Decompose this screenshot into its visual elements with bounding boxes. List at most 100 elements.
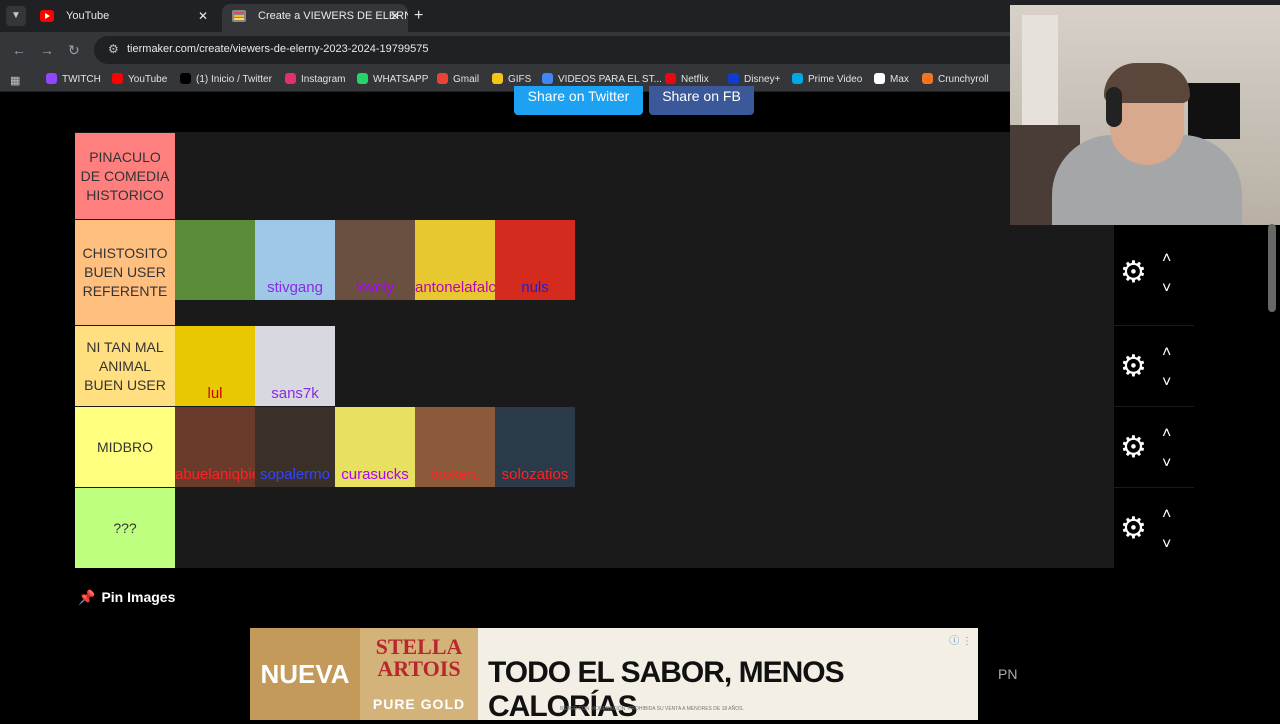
bookmark-item[interactable]: Gmail: [437, 73, 479, 87]
bookmark-item[interactable]: TWITCH: [46, 73, 101, 87]
close-tab-icon[interactable]: ✕: [390, 4, 400, 28]
tab-youtube[interactable]: YouTube ✕: [30, 4, 216, 32]
new-tab-button[interactable]: +: [414, 6, 423, 26]
tier-controls: ⚙ ˄ ˅: [1114, 220, 1194, 325]
tier-item-image[interactable]: stivgang: [255, 220, 335, 300]
page-scrollbar[interactable]: [1268, 224, 1276, 312]
bookmark-item[interactable]: Netflix: [665, 73, 709, 87]
tier-drop-zone[interactable]: stivgang lovely antonelafalcon nuls: [175, 220, 1114, 325]
ad-brand-logo: STELLA ARTOIS PURE GOLD: [360, 628, 478, 720]
tiermaker-icon: [232, 10, 246, 22]
pin-icon: 📌: [78, 589, 96, 605]
bookmark-label: Instagram: [301, 74, 346, 85]
address-bar[interactable]: ⚙ tiermaker.com/create/viewers-de-elerny…: [94, 36, 1054, 64]
tier-item-image[interactable]: [175, 220, 255, 300]
tier-item-image[interactable]: abuelaniqbier: [175, 407, 255, 487]
tier-item-image[interactable]: sopalermo: [255, 407, 335, 487]
tier-settings-gear-icon[interactable]: ⚙: [1120, 432, 1147, 462]
ad-fine-print: BEBER CON MODERACIÓN. PROHIBIDA SU VENTA…: [560, 706, 744, 712]
bookmark-favicon-icon: [357, 73, 368, 84]
tab-tiermaker[interactable]: Create a VIEWERS DE ELERNY 2023 ✕: [222, 4, 408, 32]
ad-info-icon[interactable]: ⓘ ⋮: [949, 632, 972, 647]
ad-brand-name: STELLA ARTOIS: [375, 634, 463, 681]
tier-item-caption: solozatios: [501, 466, 569, 483]
tier-label[interactable]: ???: [75, 488, 175, 568]
url-text[interactable]: tiermaker.com/create/viewers-de-elerny-2…: [127, 43, 428, 55]
tier-item-image[interactable]: sans7k: [255, 326, 335, 406]
move-tier-down-icon[interactable]: ˅: [1162, 281, 1171, 297]
tier-item-caption: broken,: [429, 466, 481, 483]
bookmark-item[interactable]: Instagram: [285, 73, 345, 87]
pn-text: PN: [998, 666, 1018, 682]
bookmark-item[interactable]: WHATSAPP: [357, 73, 428, 87]
move-tier-down-icon[interactable]: ˅: [1162, 374, 1171, 391]
move-tier-up-icon[interactable]: ˄: [1162, 506, 1171, 523]
bookmark-item[interactable]: (1) Inicio / Twitter: [180, 73, 272, 87]
tier-item-image[interactable]: curasucks: [335, 407, 415, 487]
tier-drop-zone[interactable]: lul sans7k: [175, 326, 1114, 406]
tier-drop-zone[interactable]: [175, 488, 1114, 568]
back-icon[interactable]: ←: [12, 40, 26, 60]
close-tab-icon[interactable]: ✕: [198, 4, 208, 28]
tab-search-dropdown[interactable]: ▼: [6, 6, 26, 26]
bookmark-favicon-icon: [285, 73, 296, 84]
bookmark-item[interactable]: YouTube: [112, 73, 167, 87]
tier-row: CHISTOSITO BUEN USER REFERENTE stivgang lo…: [75, 219, 1194, 325]
tier-label[interactable]: NI TAN MAL ANIMAL BUEN USER: [75, 326, 175, 406]
tier-item-image[interactable]: nuls: [495, 220, 575, 300]
tier-item-image[interactable]: lul: [175, 326, 255, 406]
tier-label[interactable]: MIDBRO: [75, 407, 175, 487]
bookmark-label: GIFS: [508, 74, 532, 85]
tier-settings-gear-icon[interactable]: ⚙: [1120, 513, 1147, 543]
bookmark-label: Gmail: [453, 74, 480, 85]
bookmark-favicon-icon: [112, 73, 123, 84]
bookmark-favicon-icon: [437, 73, 448, 84]
tier-row: ??? ⚙ ˄ ˅: [75, 487, 1194, 568]
bookmark-favicon-icon: [542, 73, 553, 84]
apps-grid-icon[interactable]: ▦: [10, 74, 20, 87]
bookmark-item[interactable]: Prime Video: [792, 73, 862, 87]
pin-images-toggle[interactable]: 📌 Pin Images: [78, 589, 175, 606]
tier-settings-gear-icon[interactable]: ⚙: [1120, 258, 1147, 288]
tier-item-image[interactable]: solozatios: [495, 407, 575, 487]
bookmark-favicon-icon: [492, 73, 503, 84]
ad-nueva-text: NUEVA: [250, 628, 360, 720]
move-tier-up-icon[interactable]: ˄: [1162, 344, 1171, 361]
bookmark-label: Prime Video: [808, 74, 863, 85]
tab-title: YouTube: [66, 10, 110, 22]
tier-item-image[interactable]: lovely: [335, 220, 415, 300]
forward-icon[interactable]: →: [40, 40, 54, 60]
share-facebook-button[interactable]: Share on FB: [649, 86, 754, 115]
tier-controls: ⚙ ˄ ˅: [1114, 326, 1194, 406]
site-info-icon[interactable]: ⚙: [108, 42, 119, 56]
share-twitter-button[interactable]: Share on Twitter: [514, 86, 643, 115]
move-tier-up-icon[interactable]: ˄: [1162, 251, 1171, 267]
move-tier-down-icon[interactable]: ˅: [1162, 455, 1171, 472]
pin-images-label: Pin Images: [101, 589, 176, 605]
webcam-tv: [1188, 83, 1240, 139]
reload-icon[interactable]: ↻: [68, 40, 80, 60]
tier-item-image[interactable]: antonelafalcon: [415, 220, 495, 300]
bookmark-favicon-icon: [46, 73, 57, 84]
tier-settings-gear-icon[interactable]: ⚙: [1120, 351, 1147, 381]
bookmark-label: YouTube: [128, 74, 168, 85]
move-tier-up-icon[interactable]: ˄: [1162, 425, 1171, 442]
tier-row: NI TAN MAL ANIMAL BUEN USER lul sans7k ⚙ ˄ ˅: [75, 325, 1194, 406]
bookmark-label: WHATSAPP: [373, 74, 429, 85]
bookmark-label: VIDEOS PARA EL ST...: [558, 74, 662, 85]
tier-label[interactable]: PINACULO DE COMEDIA HISTORICO: [75, 133, 175, 219]
bookmark-item[interactable]: Max: [874, 73, 909, 87]
tier-item-image[interactable]: broken,: [415, 407, 495, 487]
move-tier-down-icon[interactable]: ˅: [1162, 536, 1171, 553]
tier-drop-zone[interactable]: [175, 133, 1114, 219]
stella-artois-ad[interactable]: NUEVA STELLA ARTOIS PURE GOLD TODO EL SA…: [250, 628, 978, 723]
bookmark-item[interactable]: VIDEOS PARA EL ST...: [542, 73, 662, 87]
bookmark-item[interactable]: GIFS: [492, 73, 531, 87]
ad-brand-sub: PURE GOLD: [372, 696, 466, 712]
tier-item-caption: abuelaniqbier: [175, 466, 255, 483]
tier-drop-zone[interactable]: abuelaniqbiersopalermo curasucks broken, so…: [175, 407, 1114, 487]
bookmark-item[interactable]: Disney+: [728, 73, 780, 87]
bookmark-item[interactable]: Crunchyroll: [922, 73, 989, 87]
tier-label[interactable]: CHISTOSITO BUEN USER REFERENTE: [75, 220, 175, 325]
bookmark-favicon-icon: [728, 73, 739, 84]
